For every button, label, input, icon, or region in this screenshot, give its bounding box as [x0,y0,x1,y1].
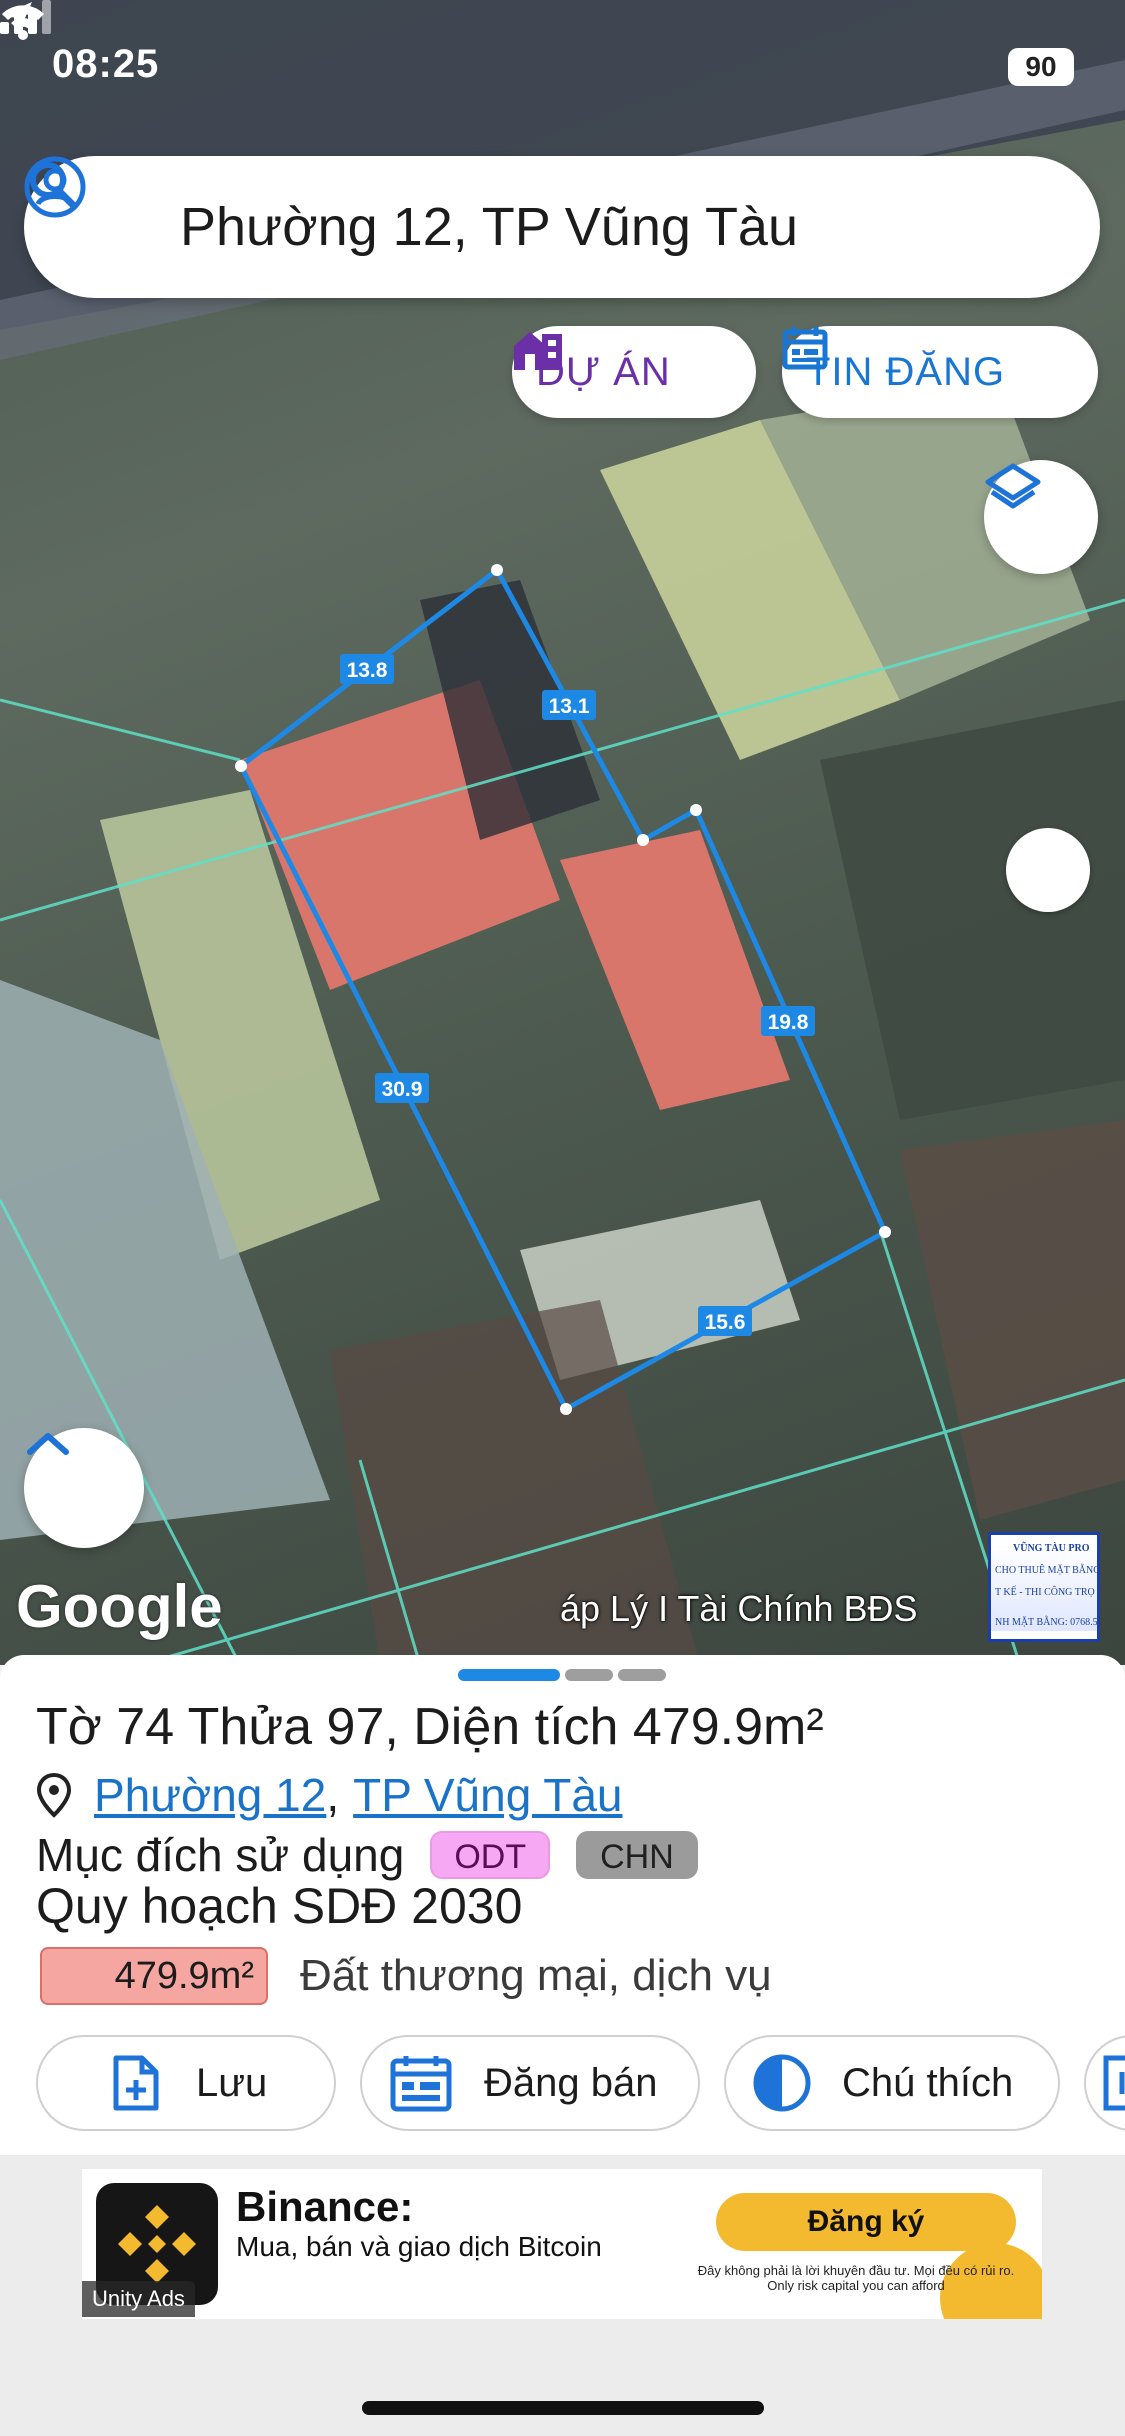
add-file-icon [113,2055,159,2111]
search-icon[interactable] [24,156,82,214]
action-buttons: Lưu Đăng bán Chú thích [36,2035,1125,2135]
wifi-icon [2,5,44,40]
map-marker-dot[interactable] [1006,828,1090,912]
ad-thumb-line: VŨNG TÀU PRO [1013,1543,1090,1554]
google-logo: Google [16,1573,223,1640]
contrast-icon [753,2054,811,2112]
location-separator: , [326,1769,340,1821]
search-bar[interactable]: Phường 12, TP Vũng Tàu [24,156,1100,298]
ad-thumb-line: NH MẶT BẰNG: 0768.5 [995,1617,1098,1628]
save-button-label: Lưu [196,2060,268,2105]
edge-label-3: 19.8 [761,1006,815,1036]
status-time: 08:25 [52,42,160,86]
home-indicator[interactable] [362,2401,764,2415]
more-action-button[interactable] [1084,2035,1125,2131]
edge-label-5: 15.6 [698,1306,752,1336]
map-ad-thumbnail[interactable]: VŨNG TÀU PRO CHO THUÊ MẶT BẰNG T KẾ - TH… [988,1532,1100,1642]
parcel-title: Tờ 74 Thửa 97, Diện tích 479.9m² [36,1698,824,1756]
parcel-info-sheet[interactable]: Tờ 74 Thửa 97, Diện tích 479.9m² Phường … [0,1655,1125,2155]
chevron-up-icon [27,1433,69,1455]
unity-ads-badge: Unity Ads [82,2281,195,2317]
search-query[interactable]: Phường 12, TP Vũng Tàu [180,196,798,258]
legend-button[interactable]: Chú thích [724,2035,1060,2131]
phone-screen: 13.8 13.1 19.8 30.9 15.6 08:25 90 Phường… [0,0,1125,2436]
svg-text:13.8: 13.8 [347,659,388,682]
edge-label-1: 13.8 [340,654,394,684]
post-for-sale-label: Đăng bán [484,2060,658,2105]
sheet-page-indicator[interactable] [565,1669,613,1681]
legend-button-label: Chú thích [842,2060,1014,2105]
ad-banner[interactable]: Binance: Mua, bán và giao dịch Bitcoin Đ… [82,2169,1042,2319]
ad-title: Binance: [236,2183,414,2230]
ward-link[interactable]: Phường 12 [94,1768,326,1822]
land-use-tag-odt[interactable]: ODT [430,1831,551,1879]
svg-text:30.9: 30.9 [382,1078,423,1101]
expand-up-button[interactable] [24,1428,144,1548]
planning-area-badge: 479.9m² [40,1947,268,2005]
planning-title: Quy hoạch SDĐ 2030 [36,1878,523,1934]
ad-signup-button[interactable]: Đăng ký [716,2193,1016,2251]
listings-chip-label: TIN ĐĂNG [806,349,1006,394]
building-icon [514,332,562,370]
battery-indicator: 90 [1008,48,1074,86]
ad-area: Binance: Mua, bán và giao dịch Bitcoin Đ… [0,2155,1125,2436]
edge-label-4: 30.9 [375,1073,429,1103]
save-button[interactable]: Lưu [36,2035,336,2131]
status-bar: 08:25 90 [0,0,1125,130]
location-row: Phường 12 , TP Vũng Tàu [36,1765,623,1825]
location-pin-icon [36,1772,72,1818]
planning-row: 479.9m² Đất thương mại, dịch vụ [40,1945,772,2007]
svg-text:15.6: 15.6 [705,1311,746,1334]
sheet-page-indicator[interactable] [618,1669,666,1681]
map-layers-button[interactable] [984,460,1098,574]
city-link[interactable]: TP Vũng Tàu [353,1768,622,1822]
post-for-sale-button[interactable]: Đăng bán [360,2035,700,2131]
layers-icon [985,463,1041,509]
map-credit-text: áp Lý I Tài Chính BĐS [560,1588,918,1629]
ad-thumb-line: CHO THUÊ MẶT BẰNG [995,1565,1100,1576]
projects-chip[interactable]: DỰ ÁN [512,326,756,418]
partial-action-icon [1103,2055,1125,2111]
listing-calendar-icon [390,2056,452,2112]
calendar-icon [782,327,828,370]
ad-subtitle: Mua, bán và giao dịch Bitcoin [236,2231,602,2262]
svg-text:19.8: 19.8 [768,1011,809,1034]
ad-disclaimer: Đây không phải là lời khuyên đầu tư. Mọi… [697,2263,1015,2293]
edge-label-2: 13.1 [542,690,596,720]
land-use-label: Mục đích sử dụng [36,1829,405,1881]
svg-text:13.1: 13.1 [549,695,590,718]
planning-description: Đất thương mại, dịch vụ [300,1951,772,2000]
sheet-page-indicator-active[interactable] [458,1669,560,1681]
satellite-map[interactable]: 13.8 13.1 19.8 30.9 15.6 08:25 90 Phường… [0,0,1125,1665]
listings-chip[interactable]: TIN ĐĂNG [782,326,1098,418]
ad-thumb-line: T KẾ - THI CÔNG TRỌ [995,1587,1095,1598]
land-use-tag-chn[interactable]: CHN [576,1831,698,1879]
